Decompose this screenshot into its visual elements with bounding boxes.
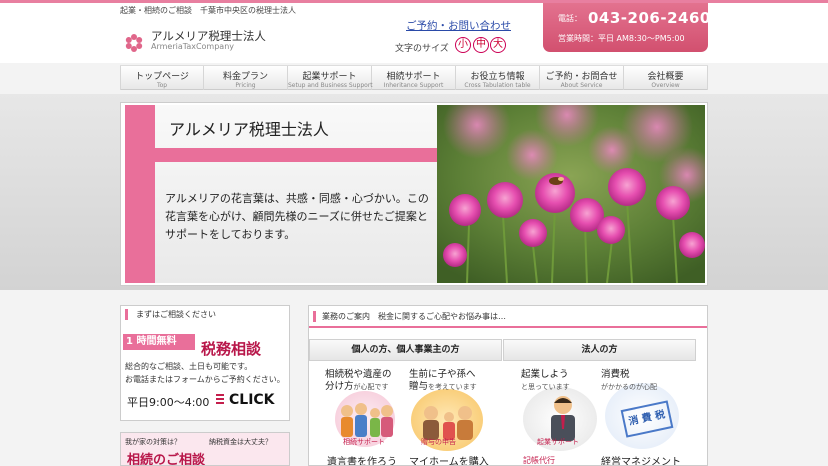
label-emphasis: 贈与 — [409, 381, 429, 392]
inheritance-label: 相続税や遺産の 分け方が心配です — [325, 369, 392, 393]
click-arrow-icon — [216, 394, 224, 406]
font-size-large-button[interactable]: 大 — [490, 37, 506, 53]
nav-item-inheritance-support[interactable]: 相続サポート Inheritance Support — [372, 66, 456, 90]
tax-fund-question: 納税資金は大丈夫？ — [209, 438, 272, 446]
hero-accent-bar — [125, 105, 155, 283]
hero-title: アルメリア税理士法人 — [169, 120, 329, 139]
nav-label: 起業サポート — [302, 72, 357, 82]
nav-sublabel: Cross Tabulation table — [464, 82, 531, 89]
consult-desc-line: 総合的なご相談、土日も可能です。 — [125, 362, 253, 371]
inheritance-consult-heading: 相続のご相談 — [127, 453, 206, 466]
inheritance-caption: 相続サポート — [343, 438, 385, 446]
nav-item-business-support[interactable]: 起業サポート Setup and Business Support — [288, 66, 373, 90]
individual-column-header: 個人の方、個人事業主の方 — [309, 339, 502, 361]
font-size-label: 文字のサイズ — [395, 44, 449, 54]
services-title: 業務のご案内 税金に関するご心配やお悩み事は… — [313, 311, 506, 322]
gift-caption: 贈与の申告 — [421, 438, 456, 446]
gift-label: 生前に子や孫へ 贈与を考えています — [409, 369, 477, 393]
consumption-tax-link[interactable]: 消 費 税 消費税 がかかるのが心配 — [601, 369, 691, 449]
gift-tax-link[interactable]: 生前に子や孫へ 贈与を考えています 贈与の申告 — [409, 369, 489, 451]
family-people-icon — [341, 403, 393, 437]
services-section: 業務のご案内 税金に関するご心配やお悩み事は… 個人の方、個人事業主の方 法人の… — [308, 305, 708, 466]
nav-label: 会社概要 — [647, 72, 684, 82]
services-header: 業務のご案内 税金に関するご心配やお悩み事は… — [309, 306, 707, 328]
phone-box: 電話： 043-206-2460 営業時間：平日 AM8:30～PM5:00 — [543, 3, 711, 52]
label-sub: を考えています — [428, 383, 477, 391]
consult-hours: 平日9:00～4:00 — [127, 396, 210, 409]
contact-link[interactable]: ご予約・お問い合わせ — [406, 18, 511, 33]
armeria-flower-icon — [125, 34, 143, 52]
startup-support-link[interactable]: 起業しよう と思っています 起業サポート — [521, 369, 601, 451]
nav-item-overview[interactable]: 会社概要 Overview — [624, 66, 708, 90]
nav-label: 料金プラン — [222, 72, 268, 82]
bookkeeping-link[interactable]: 記帳代行 — [523, 455, 555, 465]
business-hours: 営業時間：平日 AM8:30～PM5:00 — [558, 34, 685, 43]
font-size-small-button[interactable]: 小 — [455, 37, 471, 53]
phone-label: 電話： — [558, 14, 582, 23]
hero-flower-photo — [437, 105, 705, 283]
hero-text: アルメリアの花言葉は、共感・同感・心づかい。この花言葉を心がけ、顧問先様のニーズ… — [165, 192, 429, 241]
nav-label: ご予約・お問合せ — [545, 72, 618, 82]
nav-sublabel: Top — [156, 82, 168, 89]
home-purchase-link[interactable]: マイホームを購入 — [409, 453, 489, 465]
consumption-label: 消費税 がかかるのが心配 — [601, 369, 657, 393]
font-size-medium-button[interactable]: 中 — [473, 37, 489, 53]
inheritance-consultation-banner[interactable]: 我が家の対策は？ 納税資金は大丈夫？ 相続のご相談 — [120, 432, 290, 466]
inheritance-support-link[interactable]: 相続税や遺産の 分け方が心配です 相続サポート — [325, 369, 405, 449]
nav-sublabel: Inheritance Support — [383, 82, 444, 89]
nav-sublabel: Pricing — [235, 82, 256, 89]
phone-number[interactable]: 043-206-2460 — [588, 9, 711, 27]
nav-label: トップページ — [135, 72, 189, 82]
nav-item-useful-info[interactable]: お役立ち情報 Cross Tabulation table — [456, 66, 540, 90]
consult-desc-line: お電話またはフォームからご予約ください。 — [125, 375, 285, 384]
startup-caption: 起業サポート — [537, 438, 579, 446]
nav-label: お役立ち情報 — [470, 72, 525, 82]
label-line: 相続税や遺産の — [325, 369, 392, 380]
nav-item-top[interactable]: トップページ Top — [120, 66, 204, 90]
hero-text-panel: アルメリア税理士法人 アルメリアの花言葉は、共感・同感・心づかい。この花言葉を心… — [125, 105, 437, 283]
label-line: 消費税 — [601, 369, 630, 380]
label-sub: と思っています — [521, 383, 570, 391]
main-navigation: トップページ Top 料金プラン Pricing 起業サポート Setup an… — [120, 65, 708, 90]
free-hour-badge: 1 時間無料 — [123, 334, 195, 350]
logo-english: ArmeriaTaxCompany — [151, 42, 235, 51]
label-line: 起業しよう — [521, 369, 569, 380]
startup-label: 起業しよう と思っています — [521, 369, 570, 393]
label-line: 生前に子や孫へ — [409, 369, 476, 380]
nav-sublabel: Overview — [651, 82, 680, 89]
corporate-column-header: 法人の方 — [503, 339, 696, 361]
free-tax-consultation-banner[interactable]: まずはご相談ください 1 時間無料 税務相談 総合的なご相談、土日も可能です。 … — [120, 305, 290, 421]
hero-accent-line — [155, 148, 437, 162]
will-link[interactable]: 遺言書を作ろう — [327, 453, 397, 465]
nav-item-contact[interactable]: ご予約・お問合せ About Service — [540, 66, 624, 90]
tax-consult-heading: 税務相談 — [201, 340, 262, 358]
family-question: 我が家の対策は？ — [125, 438, 181, 446]
consult-section-title: まずはご相談ください — [125, 309, 285, 320]
label-emphasis: 分け方 — [325, 381, 354, 392]
click-button[interactable]: CLICK — [229, 392, 275, 408]
site-header: 起業・相続のご相談 千葉市中央区の税理士法人 アルメリア税理士法人 Armeri… — [0, 3, 828, 63]
hero-banner: アルメリア税理士法人 アルメリアの花言葉は、共感・同感・心づかい。この花言葉を心… — [120, 102, 708, 286]
consult-description: 総合的なご相談、土日も可能です。 お電話またはフォームからご予約ください。 — [125, 360, 285, 386]
label-sub: がかかるのが心配 — [601, 383, 657, 391]
nav-sublabel: About Service — [560, 82, 603, 89]
armeria-flowers-image — [437, 105, 705, 283]
nav-sublabel: Setup and Business Support — [288, 82, 373, 89]
nav-label: 相続サポート — [386, 72, 441, 82]
label-sub: が心配です — [353, 383, 389, 391]
nav-item-pricing[interactable]: 料金プラン Pricing — [204, 66, 288, 90]
site-tagline: 起業・相続のご相談 千葉市中央区の税理士法人 — [120, 6, 296, 15]
management-link[interactable]: 経営マネジメント — [601, 453, 681, 465]
